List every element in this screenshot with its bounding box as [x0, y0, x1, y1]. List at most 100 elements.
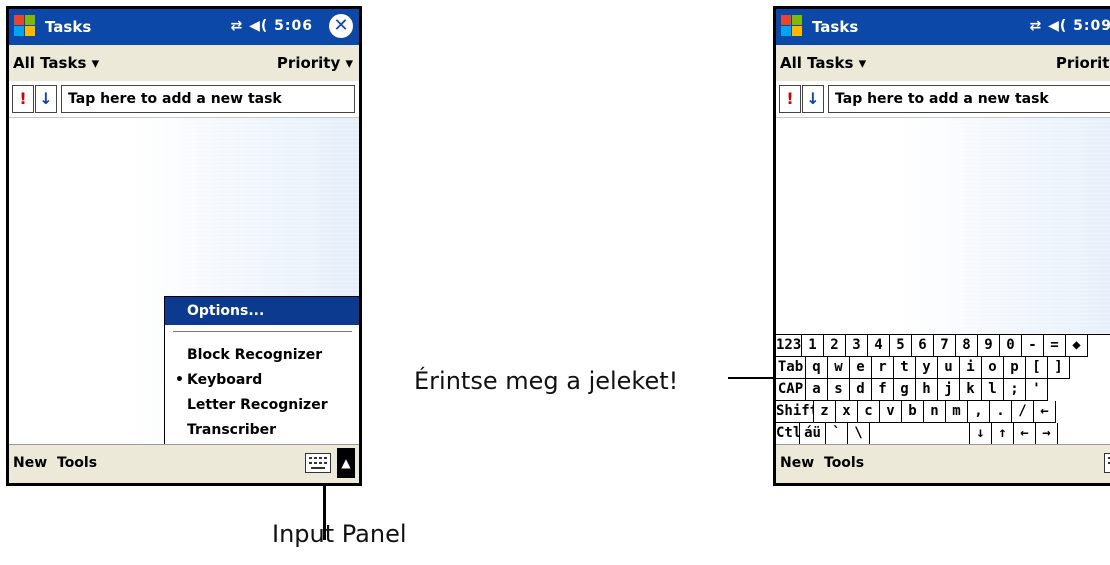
sort-dropdown[interactable]: Priority ▾	[277, 54, 353, 72]
key[interactable]: d	[850, 379, 872, 401]
key[interactable]: ]	[1048, 357, 1070, 379]
priority-button[interactable]: !	[12, 85, 34, 113]
key[interactable]: 9	[978, 335, 1000, 357]
clock[interactable]: 5:09	[1073, 18, 1110, 34]
menu-item-options[interactable]: Options...	[165, 297, 359, 325]
key[interactable]: j	[938, 379, 960, 401]
key[interactable]: =	[1044, 335, 1066, 357]
key[interactable]: q	[806, 357, 828, 379]
key[interactable]: ◆	[1066, 335, 1088, 357]
key[interactable]: '	[1026, 379, 1048, 401]
close-icon[interactable]: ✕	[329, 14, 353, 38]
sort-arrow-button[interactable]: ↓	[802, 85, 824, 113]
key[interactable]: 0	[1000, 335, 1022, 357]
key[interactable]: →	[1036, 423, 1058, 445]
key[interactable]: -	[1022, 335, 1044, 357]
task-list-area[interactable]	[776, 118, 1110, 335]
key[interactable]: c	[858, 401, 880, 423]
status-icons[interactable]: ⇄ ◀( 5:09	[1030, 18, 1110, 34]
key[interactable]: ↓	[970, 423, 992, 445]
key[interactable]: ↑	[992, 423, 1014, 445]
key[interactable]: Shift	[776, 401, 814, 423]
key[interactable]: ;	[1004, 379, 1026, 401]
key[interactable]: u	[938, 357, 960, 379]
filter-bar: All Tasks ▾ Priority ▾	[9, 45, 359, 81]
key[interactable]: \	[848, 423, 870, 445]
key[interactable]: CAP	[776, 379, 806, 401]
menu-tools[interactable]: Tools	[57, 455, 97, 471]
menu-tools[interactable]: Tools	[824, 455, 864, 471]
key[interactable]: o	[982, 357, 1004, 379]
menu-separator	[173, 331, 352, 332]
key[interactable]: a	[806, 379, 828, 401]
key[interactable]: .	[990, 401, 1012, 423]
key[interactable]: v	[880, 401, 902, 423]
menu-item-options-label: Options...	[187, 303, 265, 319]
menu-new[interactable]: New	[780, 455, 814, 471]
key[interactable]: t	[894, 357, 916, 379]
key[interactable]: 3	[846, 335, 868, 357]
keyboard-icon[interactable]	[1104, 453, 1110, 473]
key[interactable]: g	[894, 379, 916, 401]
sort-dropdown[interactable]: Priority ▾	[1056, 54, 1110, 72]
new-task-row: ! ↓ Tap here to add a new task	[9, 81, 359, 118]
start-menu-icon[interactable]	[781, 15, 803, 37]
key[interactable]: 2	[824, 335, 846, 357]
key[interactable]: [	[1026, 357, 1048, 379]
key[interactable]: 6	[912, 335, 934, 357]
status-icons[interactable]: ⇄ ◀( 5:06	[231, 18, 313, 34]
key[interactable]: s	[828, 379, 850, 401]
connectivity-volume-icons[interactable]: ⇄ ◀(	[1030, 18, 1068, 34]
app-title: Tasks	[812, 18, 859, 36]
menu-bar: New Tools ▲	[9, 444, 359, 483]
menu-item-letter-recognizer[interactable]: Letter Recognizer	[187, 397, 328, 413]
sort-arrow-button[interactable]: ↓	[35, 85, 57, 113]
key[interactable]: 1	[802, 335, 824, 357]
key[interactable]: h	[916, 379, 938, 401]
key[interactable]: 5	[890, 335, 912, 357]
new-task-entry[interactable]: Tap here to add a new task	[828, 85, 1110, 113]
category-filter-dropdown[interactable]: All Tasks ▾	[13, 54, 99, 72]
keyboard-row: 123 1 2 3 4 5 6 7 8 9 0- = ◆	[776, 335, 1110, 357]
key[interactable]: /	[1012, 401, 1034, 423]
key[interactable]: k	[960, 379, 982, 401]
key[interactable]: ←	[1014, 423, 1036, 445]
key[interactable]: Tab	[776, 357, 806, 379]
key[interactable]: p	[1004, 357, 1026, 379]
key[interactable]: 123	[776, 335, 802, 357]
key[interactable]: z	[814, 401, 836, 423]
key[interactable]: y	[916, 357, 938, 379]
clock[interactable]: 5:06	[274, 18, 313, 34]
key-space[interactable]	[870, 423, 970, 445]
input-panel-arrow-icon[interactable]: ▲	[337, 448, 355, 478]
key[interactable]: x	[836, 401, 858, 423]
key[interactable]: i	[960, 357, 982, 379]
connectivity-volume-icons[interactable]: ⇄ ◀(	[231, 18, 269, 34]
category-filter-dropdown[interactable]: All Tasks ▾	[780, 54, 866, 72]
start-menu-icon[interactable]	[14, 15, 36, 37]
key[interactable]: f	[872, 379, 894, 401]
menu-item-transcriber[interactable]: Transcriber	[187, 422, 276, 438]
priority-button[interactable]: !	[779, 85, 801, 113]
key[interactable]: r	[872, 357, 894, 379]
menu-item-block-recognizer[interactable]: Block Recognizer	[187, 347, 322, 363]
key[interactable]: e	[850, 357, 872, 379]
key[interactable]: `	[826, 423, 848, 445]
key[interactable]: 7	[934, 335, 956, 357]
keyboard-icon[interactable]	[305, 453, 331, 473]
key[interactable]: m	[946, 401, 968, 423]
key[interactable]: 8	[956, 335, 978, 357]
key[interactable]: n	[924, 401, 946, 423]
menu-new[interactable]: New	[13, 455, 47, 471]
key[interactable]: ,	[968, 401, 990, 423]
key[interactable]: Ctl	[776, 423, 800, 445]
key[interactable]: áü	[800, 423, 826, 445]
key[interactable]: b	[902, 401, 924, 423]
keys-pointer-line	[728, 377, 775, 379]
new-task-entry[interactable]: Tap here to add a new task	[61, 85, 355, 113]
key[interactable]: ←	[1034, 401, 1056, 423]
key[interactable]: 4	[868, 335, 890, 357]
key[interactable]: l	[982, 379, 1004, 401]
key[interactable]: w	[828, 357, 850, 379]
menu-item-keyboard[interactable]: Keyboard	[187, 372, 262, 388]
